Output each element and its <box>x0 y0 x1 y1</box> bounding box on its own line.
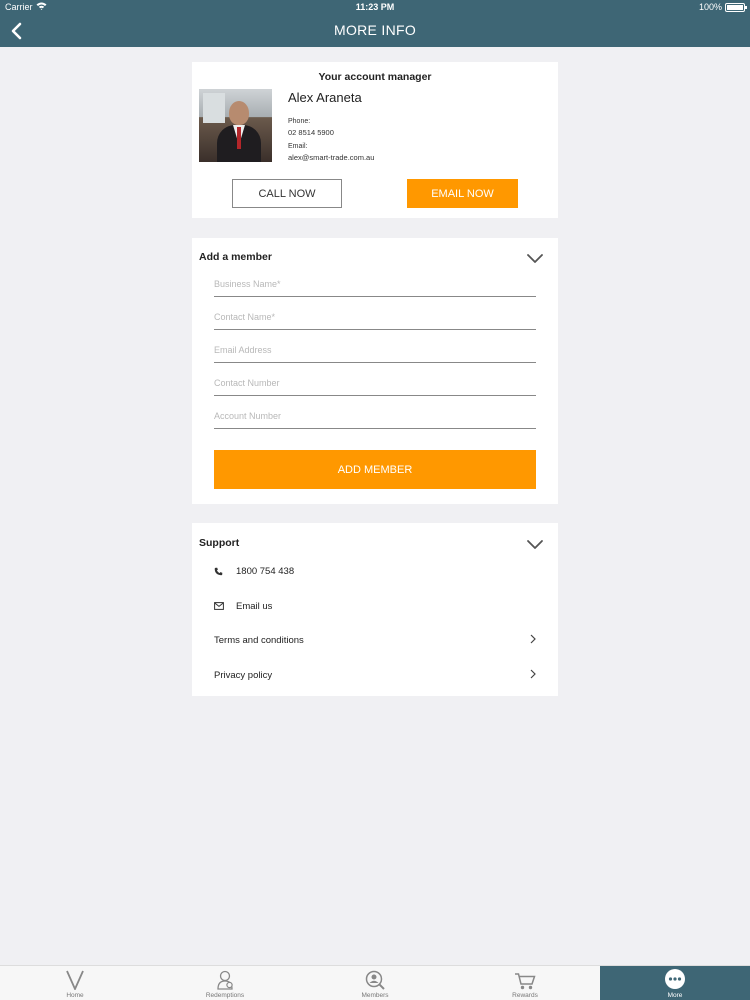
terms-label: Terms and conditions <box>214 634 304 646</box>
page-title: MORE INFO <box>333 22 417 38</box>
contact-number-field <box>214 372 536 396</box>
support-title: Support <box>199 537 240 549</box>
tab-more[interactable]: More <box>600 966 750 1000</box>
account-manager-card: Your account manager Alex Araneta Phone:… <box>192 62 558 218</box>
tab-rewards[interactable]: Rewards <box>450 966 600 1000</box>
support-email-label: Email us <box>236 600 273 612</box>
email-now-button[interactable]: EMAIL NOW <box>407 179 518 208</box>
add-member-title: Add a member <box>199 251 272 263</box>
battery-percent: 100% <box>698 2 722 12</box>
email-address-input[interactable] <box>214 339 536 361</box>
tab-more-label: More <box>667 992 683 999</box>
email-value: alex@smart-trade.com.au <box>288 153 375 162</box>
top-bar: Carrier 11:23 PM 100% MORE INFO <box>0 0 750 47</box>
contact-name-field <box>214 306 536 330</box>
contact-name-input[interactable] <box>214 306 536 328</box>
phone-icon <box>214 567 236 576</box>
terms-row[interactable]: Terms and conditions <box>214 626 536 654</box>
business-name-input[interactable] <box>214 273 536 295</box>
v-logo-icon <box>66 966 84 990</box>
tab-members-label: Members <box>361 992 389 999</box>
battery-icon <box>725 2 747 12</box>
account-manager-photo <box>199 89 272 162</box>
battery-indicator: 100% <box>698 2 747 12</box>
status-time: 11:23 PM <box>355 2 395 12</box>
support-phone-row[interactable]: 1800 754 438 <box>214 557 536 585</box>
more-dots-icon <box>664 966 686 990</box>
privacy-row[interactable]: Privacy policy <box>214 661 536 689</box>
call-now-button[interactable]: CALL NOW <box>232 179 342 208</box>
tab-bar: Home Redemptions Members Rewards More <box>0 965 750 1000</box>
tab-home-label: Home <box>66 992 84 999</box>
add-member-collapse-toggle[interactable] <box>526 251 548 265</box>
cart-icon <box>514 966 536 990</box>
chevron-right-icon <box>530 634 536 644</box>
support-collapse-toggle[interactable] <box>526 537 548 551</box>
chevron-right-icon <box>530 669 536 679</box>
phone-value: 02 8514 5900 <box>288 128 334 137</box>
support-card: Support 1800 754 438 Email us Terms and … <box>192 523 558 696</box>
user-icon <box>216 966 234 990</box>
chevron-down-icon <box>527 254 543 263</box>
account-manager-name: Alex Araneta <box>288 90 362 105</box>
privacy-label: Privacy policy <box>214 669 273 681</box>
member-search-icon <box>365 966 385 990</box>
tab-redemptions-label: Redemptions <box>205 992 245 999</box>
account-manager-heading: Your account manager <box>318 71 432 83</box>
envelope-icon <box>214 602 236 610</box>
email-address-field <box>214 339 536 363</box>
add-member-card: Add a member ADD MEMBER <box>192 238 558 504</box>
tab-home[interactable]: Home <box>0 966 150 1000</box>
status-bar: Carrier 11:23 PM 100% <box>0 0 750 14</box>
account-number-input[interactable] <box>214 405 536 427</box>
account-number-field <box>214 405 536 429</box>
support-email-row[interactable]: Email us <box>214 592 536 620</box>
tab-members[interactable]: Members <box>300 966 450 1000</box>
contact-number-input[interactable] <box>214 372 536 394</box>
phone-label: Phone: <box>288 118 311 125</box>
chevron-down-icon <box>527 540 543 549</box>
add-member-button[interactable]: ADD MEMBER <box>214 450 536 489</box>
tab-rewards-label: Rewards <box>512 992 538 999</box>
support-phone-label: 1800 754 438 <box>236 565 295 577</box>
tab-redemptions[interactable]: Redemptions <box>150 966 300 1000</box>
business-name-field <box>214 273 536 297</box>
email-label: Email: <box>288 143 308 150</box>
